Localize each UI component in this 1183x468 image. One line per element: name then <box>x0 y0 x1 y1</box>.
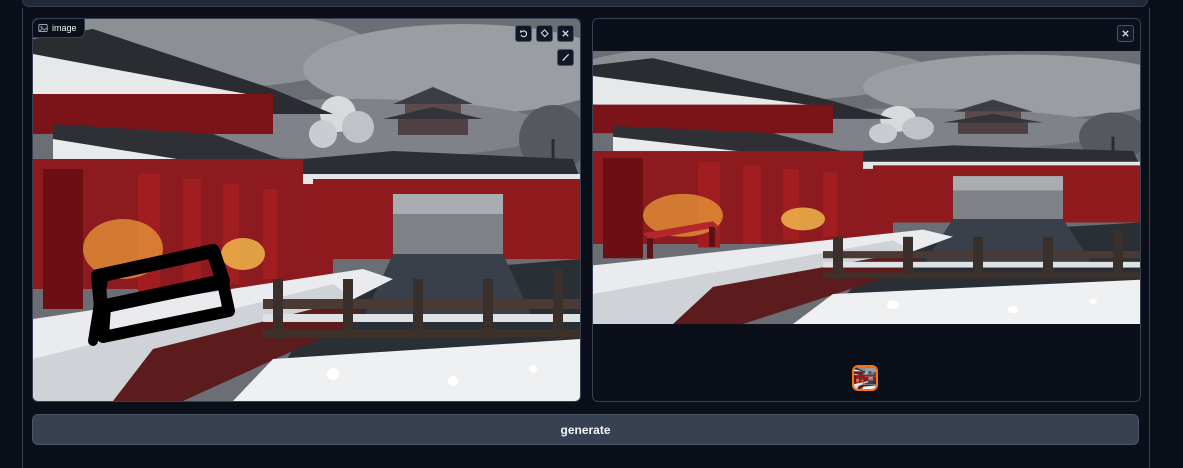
close-icon <box>1122 30 1129 37</box>
close-button[interactable] <box>557 25 574 42</box>
eraser-button[interactable] <box>536 25 553 42</box>
image-editor-panel[interactable]: image <box>32 18 581 402</box>
undo-button[interactable] <box>515 25 532 42</box>
undo-icon <box>520 30 528 38</box>
image-label-text: image <box>52 23 77 33</box>
top-strip <box>22 0 1148 7</box>
generate-button[interactable]: generate <box>32 414 1139 445</box>
brush-icon <box>562 53 570 61</box>
output-gallery-panel <box>592 18 1141 402</box>
thumbnail-image <box>854 367 876 389</box>
output-image[interactable] <box>593 51 1140 324</box>
image-icon <box>38 24 48 32</box>
image-label-badge: image <box>33 19 85 38</box>
output-close-button[interactable] <box>1117 25 1134 42</box>
brush-button[interactable] <box>557 49 574 66</box>
gallery-thumbnail[interactable] <box>852 365 878 391</box>
image-toolbar <box>515 25 574 42</box>
image-canvas[interactable] <box>33 19 580 401</box>
close-icon <box>562 30 569 37</box>
eraser-icon <box>540 29 549 38</box>
